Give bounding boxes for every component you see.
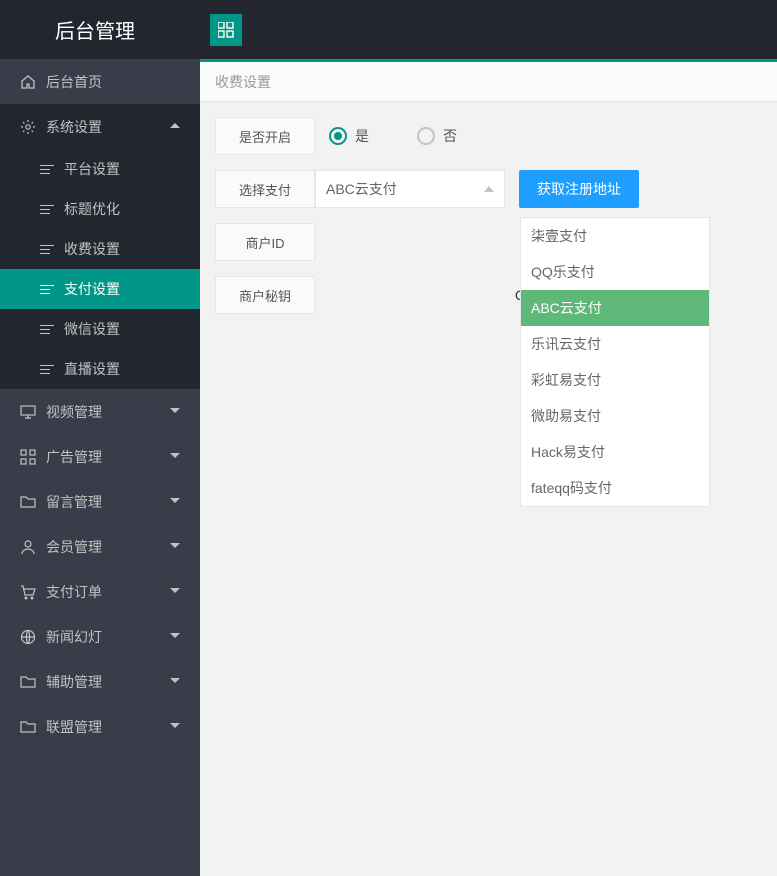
sidebar: 后台首页 系统设置平台设置标题优化收费设置支付设置微信设置直播设置视频管理广告管… — [0, 59, 200, 876]
sidebar-subitem[interactable]: 微信设置 — [0, 309, 200, 349]
sidebar-subitem[interactable]: 支付设置 — [0, 269, 200, 309]
lines-icon — [40, 325, 54, 334]
globe-icon — [20, 629, 36, 645]
sidebar-item[interactable]: 留言管理 — [0, 479, 200, 524]
sidebar-item-label: 支付订单 — [46, 582, 170, 602]
radio-no-label: 否 — [443, 126, 457, 146]
sidebar-subitem-label: 直播设置 — [64, 359, 120, 379]
main: 收费设置 是否开启 是 否 选择支付 — [200, 59, 777, 876]
chevron-icon — [170, 408, 180, 413]
dropdown-option[interactable]: 柒壹支付 — [521, 218, 709, 254]
sidebar-subitem-label: 标题优化 — [64, 199, 120, 219]
sidebar-item[interactable]: 新闻幻灯 — [0, 614, 200, 659]
dropdown-option[interactable]: fateqq码支付 — [521, 470, 709, 506]
dropdown-option[interactable]: 微助易支付 — [521, 398, 709, 434]
dropdown-option[interactable]: Hack易支付 — [521, 434, 709, 470]
chevron-icon — [170, 588, 180, 593]
label-enable: 是否开启 — [215, 117, 315, 155]
lines-icon — [40, 245, 54, 254]
radio-yes[interactable]: 是 — [329, 126, 369, 146]
sidebar-item[interactable]: 视频管理 — [0, 389, 200, 434]
lines-icon — [40, 165, 54, 174]
chevron-icon — [170, 678, 180, 683]
sidebar-item[interactable]: 支付订单 — [0, 569, 200, 614]
radio-yes-label: 是 — [355, 126, 369, 146]
select-payment-value: ABC云支付 — [326, 179, 397, 199]
sidebar-subitem-label: 微信设置 — [64, 319, 120, 339]
lines-icon — [40, 205, 54, 214]
user-icon — [20, 539, 36, 555]
sidebar-item[interactable]: 辅助管理 — [0, 659, 200, 704]
label-merchant-id: 商户ID — [215, 223, 315, 261]
sidebar-subitem-label: 收费设置 — [64, 239, 120, 259]
sidebar-item-label: 系统设置 — [46, 117, 170, 137]
sidebar-subitem[interactable]: 收费设置 — [0, 229, 200, 269]
folder-icon — [20, 674, 36, 690]
sidebar-subitem[interactable]: 标题优化 — [0, 189, 200, 229]
chevron-icon — [170, 498, 180, 503]
sidebar-item[interactable]: 广告管理 — [0, 434, 200, 479]
label-select-pay: 选择支付 — [215, 170, 315, 208]
home-icon — [20, 74, 36, 90]
payment-dropdown: 柒壹支付QQ乐支付ABC云支付乐讯云支付彩虹易支付微助易支付Hack易支付fat… — [520, 217, 710, 507]
sidebar-item[interactable]: 会员管理 — [0, 524, 200, 569]
chevron-icon — [170, 543, 180, 548]
sidebar-item[interactable]: 联盟管理 — [0, 704, 200, 749]
dropdown-option[interactable]: 彩虹易支付 — [521, 362, 709, 398]
chevron-icon — [170, 723, 180, 728]
sidebar-subitem[interactable]: 直播设置 — [0, 349, 200, 389]
chevron-icon — [170, 633, 180, 638]
monitor-icon — [20, 404, 36, 420]
sidebar-item-label: 留言管理 — [46, 492, 170, 512]
dropdown-option[interactable]: ABC云支付 — [521, 290, 709, 326]
sidebar-subitem-label: 支付设置 — [64, 279, 120, 299]
page-title: 收费设置 — [200, 62, 777, 102]
radio-no[interactable]: 否 — [417, 126, 457, 146]
sidebar-subitem-label: 平台设置 — [64, 159, 120, 179]
sidebar-item-label: 新闻幻灯 — [46, 627, 170, 647]
sidebar-item-label: 联盟管理 — [46, 717, 170, 737]
folder-icon — [20, 494, 36, 510]
get-register-url-button[interactable]: 获取注册地址 — [519, 170, 639, 208]
sidebar-home[interactable]: 后台首页 — [0, 59, 200, 104]
dropdown-option[interactable]: QQ乐支付 — [521, 254, 709, 290]
sidebar-item-label: 广告管理 — [46, 447, 170, 467]
cart-icon — [20, 584, 36, 600]
header: 后台管理 — [0, 0, 777, 59]
sidebar-item-label: 会员管理 — [46, 537, 170, 557]
sidebar-item-label: 辅助管理 — [46, 672, 170, 692]
radio-circle-icon — [329, 127, 347, 145]
lines-icon — [40, 365, 54, 374]
radio-circle-icon — [417, 127, 435, 145]
brand-title: 后台管理 — [0, 15, 200, 44]
sidebar-home-label: 后台首页 — [46, 72, 180, 92]
gear-icon — [20, 119, 36, 135]
dropdown-option[interactable]: 乐讯云支付 — [521, 326, 709, 362]
grid-icon — [20, 449, 36, 465]
chevron-icon — [170, 453, 180, 458]
select-payment[interactable]: ABC云支付 — [315, 170, 505, 208]
chevron-icon — [170, 123, 180, 128]
chevron-up-icon — [484, 186, 494, 192]
folder-icon — [20, 719, 36, 735]
label-merchant-key: 商户秘钥 — [215, 276, 315, 314]
header-grid-button[interactable] — [210, 14, 242, 46]
sidebar-item-label: 视频管理 — [46, 402, 170, 422]
grid-icon — [218, 22, 234, 38]
sidebar-subitem[interactable]: 平台设置 — [0, 149, 200, 189]
lines-icon — [40, 285, 54, 294]
sidebar-item[interactable]: 系统设置 — [0, 104, 200, 149]
